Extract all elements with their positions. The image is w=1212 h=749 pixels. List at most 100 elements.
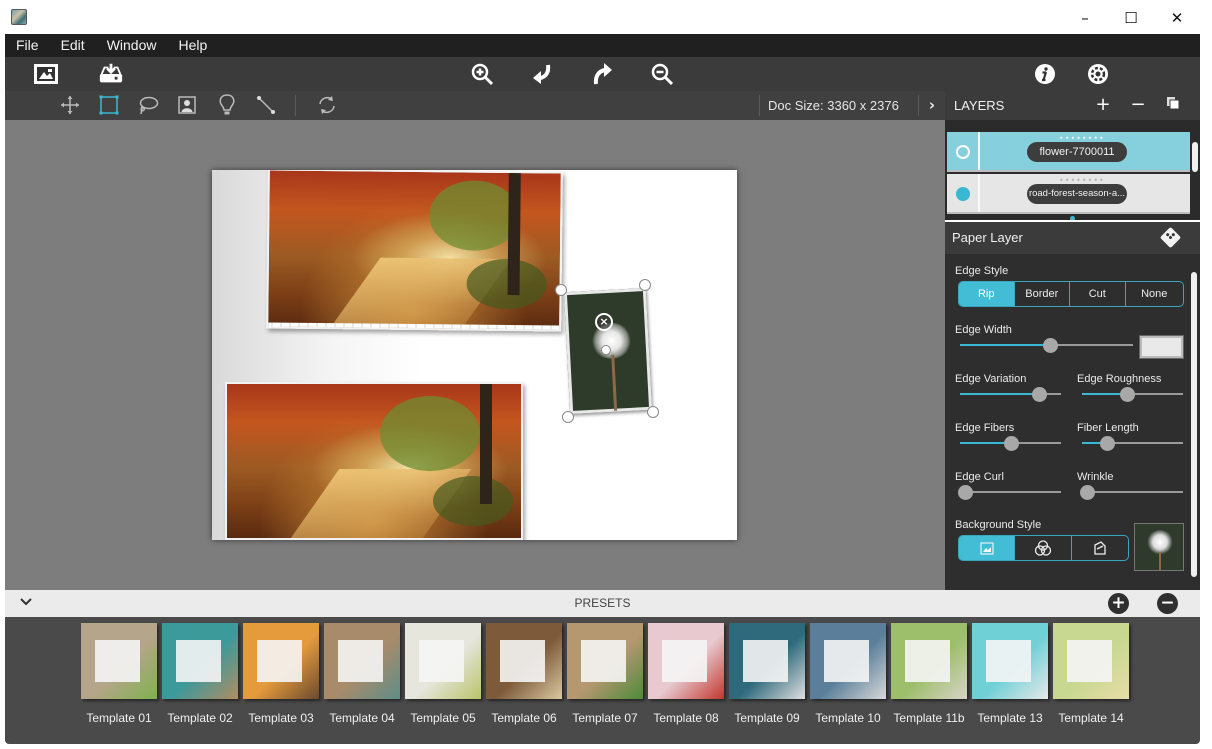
move-tool-icon[interactable] [58, 93, 82, 117]
background-image-thumbnail[interactable] [1134, 523, 1184, 571]
preset-template[interactable]: Template 10 [810, 623, 886, 738]
document-page[interactable]: × [212, 170, 737, 540]
info-icon[interactable] [1032, 61, 1058, 87]
rotate-center-handle[interactable] [601, 345, 611, 355]
resize-handle-bottom-left[interactable] [562, 411, 574, 423]
preset-thumbnail[interactable] [162, 623, 238, 699]
undo-icon[interactable] [529, 61, 555, 87]
edge-style-none[interactable]: None [1126, 282, 1183, 306]
canvas-area[interactable]: × [5, 120, 945, 590]
minimize-button[interactable]: – [1062, 4, 1108, 32]
fiber-length-slider[interactable] [1082, 436, 1183, 451]
rectangle-select-tool-icon[interactable] [97, 93, 121, 117]
preset-thumbnail[interactable] [648, 623, 724, 699]
lasso-tool-icon[interactable] [136, 93, 160, 117]
save-download-icon[interactable] [98, 61, 124, 87]
preset-template[interactable]: Template 02 [162, 623, 238, 738]
line-tool-icon[interactable] [254, 93, 278, 117]
layer-visibility-toggle[interactable] [956, 187, 970, 201]
bg-style-image[interactable] [959, 536, 1016, 560]
layer-name: flower-7700011 [1027, 142, 1127, 162]
add-preset-button[interactable]: + [1108, 593, 1129, 614]
preset-template[interactable]: Template 07 [567, 623, 643, 738]
image-icon [980, 542, 994, 554]
maximize-button[interactable]: ☐ [1108, 4, 1154, 32]
preset-template[interactable]: Template 03 [243, 623, 319, 738]
bg-style-fill[interactable] [1072, 536, 1128, 560]
wrinkle-slider[interactable] [1080, 485, 1183, 500]
preset-thumbnail[interactable] [486, 623, 562, 699]
menu-edit[interactable]: Edit [50, 34, 96, 57]
preset-thumbnail[interactable] [567, 623, 643, 699]
presets-strip: Template 01 Template 02 Template 03 Templat… [5, 617, 1200, 744]
portrait-select-tool-icon[interactable] [175, 93, 199, 117]
app-window: – ☐ ✕ File Edit Window Help Doc Size: 33… [0, 0, 1212, 749]
edge-variation-slider[interactable] [960, 387, 1061, 402]
menu-help[interactable]: Help [167, 34, 218, 57]
photo-forest-bottom[interactable] [225, 382, 523, 540]
edge-style-rip[interactable]: Rip [959, 282, 1015, 306]
preset-thumbnail[interactable] [324, 623, 400, 699]
redo-icon[interactable] [590, 61, 616, 87]
zoom-out-icon[interactable] [649, 61, 675, 87]
preset-template[interactable]: Template 14 [1053, 623, 1129, 738]
layers-scrollbar[interactable] [1192, 142, 1198, 172]
paper-options-icon[interactable] [1159, 226, 1182, 249]
preset-thumbnail[interactable] [729, 623, 805, 699]
resize-handle-top-right[interactable] [639, 279, 651, 291]
layer-row[interactable]: •••••••• road-forest-season-a... [947, 174, 1190, 214]
layer-row[interactable]: •••••••• flower-7700011 [947, 132, 1190, 172]
title-bar: – ☐ ✕ [0, 0, 1212, 34]
preset-thumbnail[interactable] [1053, 623, 1129, 699]
lightbulb-tool-icon[interactable] [215, 93, 239, 117]
edge-color-swatch[interactable] [1139, 335, 1184, 359]
collapse-presets-button[interactable] [18, 593, 34, 613]
settings-icon[interactable] [1085, 61, 1111, 87]
tool-separator [295, 95, 296, 116]
edge-style-cut[interactable]: Cut [1070, 282, 1126, 306]
preset-template[interactable]: Template 04 [324, 623, 400, 738]
preset-template[interactable]: Template 09 [729, 623, 805, 738]
preset-thumbnail[interactable] [405, 623, 481, 699]
remove-preset-button[interactable]: − [1157, 593, 1178, 614]
preset-template[interactable]: Template 06 [486, 623, 562, 738]
photo-forest-top[interactable] [266, 170, 563, 332]
edge-style-border[interactable]: Border [1015, 282, 1070, 306]
preset-thumbnail[interactable] [243, 623, 319, 699]
panel-resize-indicator[interactable] [1070, 216, 1075, 220]
expand-panel-button[interactable]: › [923, 93, 941, 117]
bg-style-color-blend[interactable] [1015, 536, 1072, 560]
menu-window[interactable]: Window [96, 34, 168, 57]
edge-roughness-slider[interactable] [1082, 387, 1183, 402]
duplicate-layer-button[interactable] [1162, 94, 1184, 116]
close-button[interactable]: ✕ [1154, 4, 1200, 32]
edge-curl-slider[interactable] [958, 485, 1061, 500]
preset-thumbnail[interactable] [810, 623, 886, 699]
resize-handle-top-left[interactable] [555, 284, 567, 296]
layer-name: road-forest-season-a... [1027, 184, 1127, 204]
rotate-tool-icon[interactable] [315, 93, 339, 117]
zoom-in-icon[interactable] [469, 61, 495, 87]
edge-width-label: Edge Width [955, 324, 1012, 336]
layer-visibility-toggle[interactable] [956, 145, 970, 159]
preset-photo-placeholder [580, 639, 627, 682]
preset-template[interactable]: Template 01 [81, 623, 157, 738]
preset-thumbnail[interactable] [972, 623, 1048, 699]
preset-template[interactable]: Template 11b [891, 623, 967, 738]
add-layer-button[interactable]: + [1092, 94, 1114, 116]
edge-width-slider[interactable] [960, 338, 1133, 353]
preset-thumbnail[interactable] [891, 623, 967, 699]
remove-layer-button[interactable]: − [1127, 94, 1149, 116]
preset-thumbnail[interactable] [81, 623, 157, 699]
preset-template[interactable]: Template 05 [405, 623, 481, 738]
open-image-icon[interactable] [33, 61, 59, 87]
remove-photo-button[interactable]: × [595, 313, 613, 331]
edge-curl-label: Edge Curl [955, 471, 1004, 483]
menu-file[interactable]: File [5, 34, 50, 57]
edge-fibers-slider[interactable] [960, 436, 1061, 451]
resize-handle-bottom-right[interactable] [647, 406, 659, 418]
preset-template[interactable]: Template 13 [972, 623, 1048, 738]
preset-template[interactable]: Template 08 [648, 623, 724, 738]
properties-scrollbar[interactable] [1191, 272, 1197, 577]
main-toolbar [5, 57, 1200, 91]
